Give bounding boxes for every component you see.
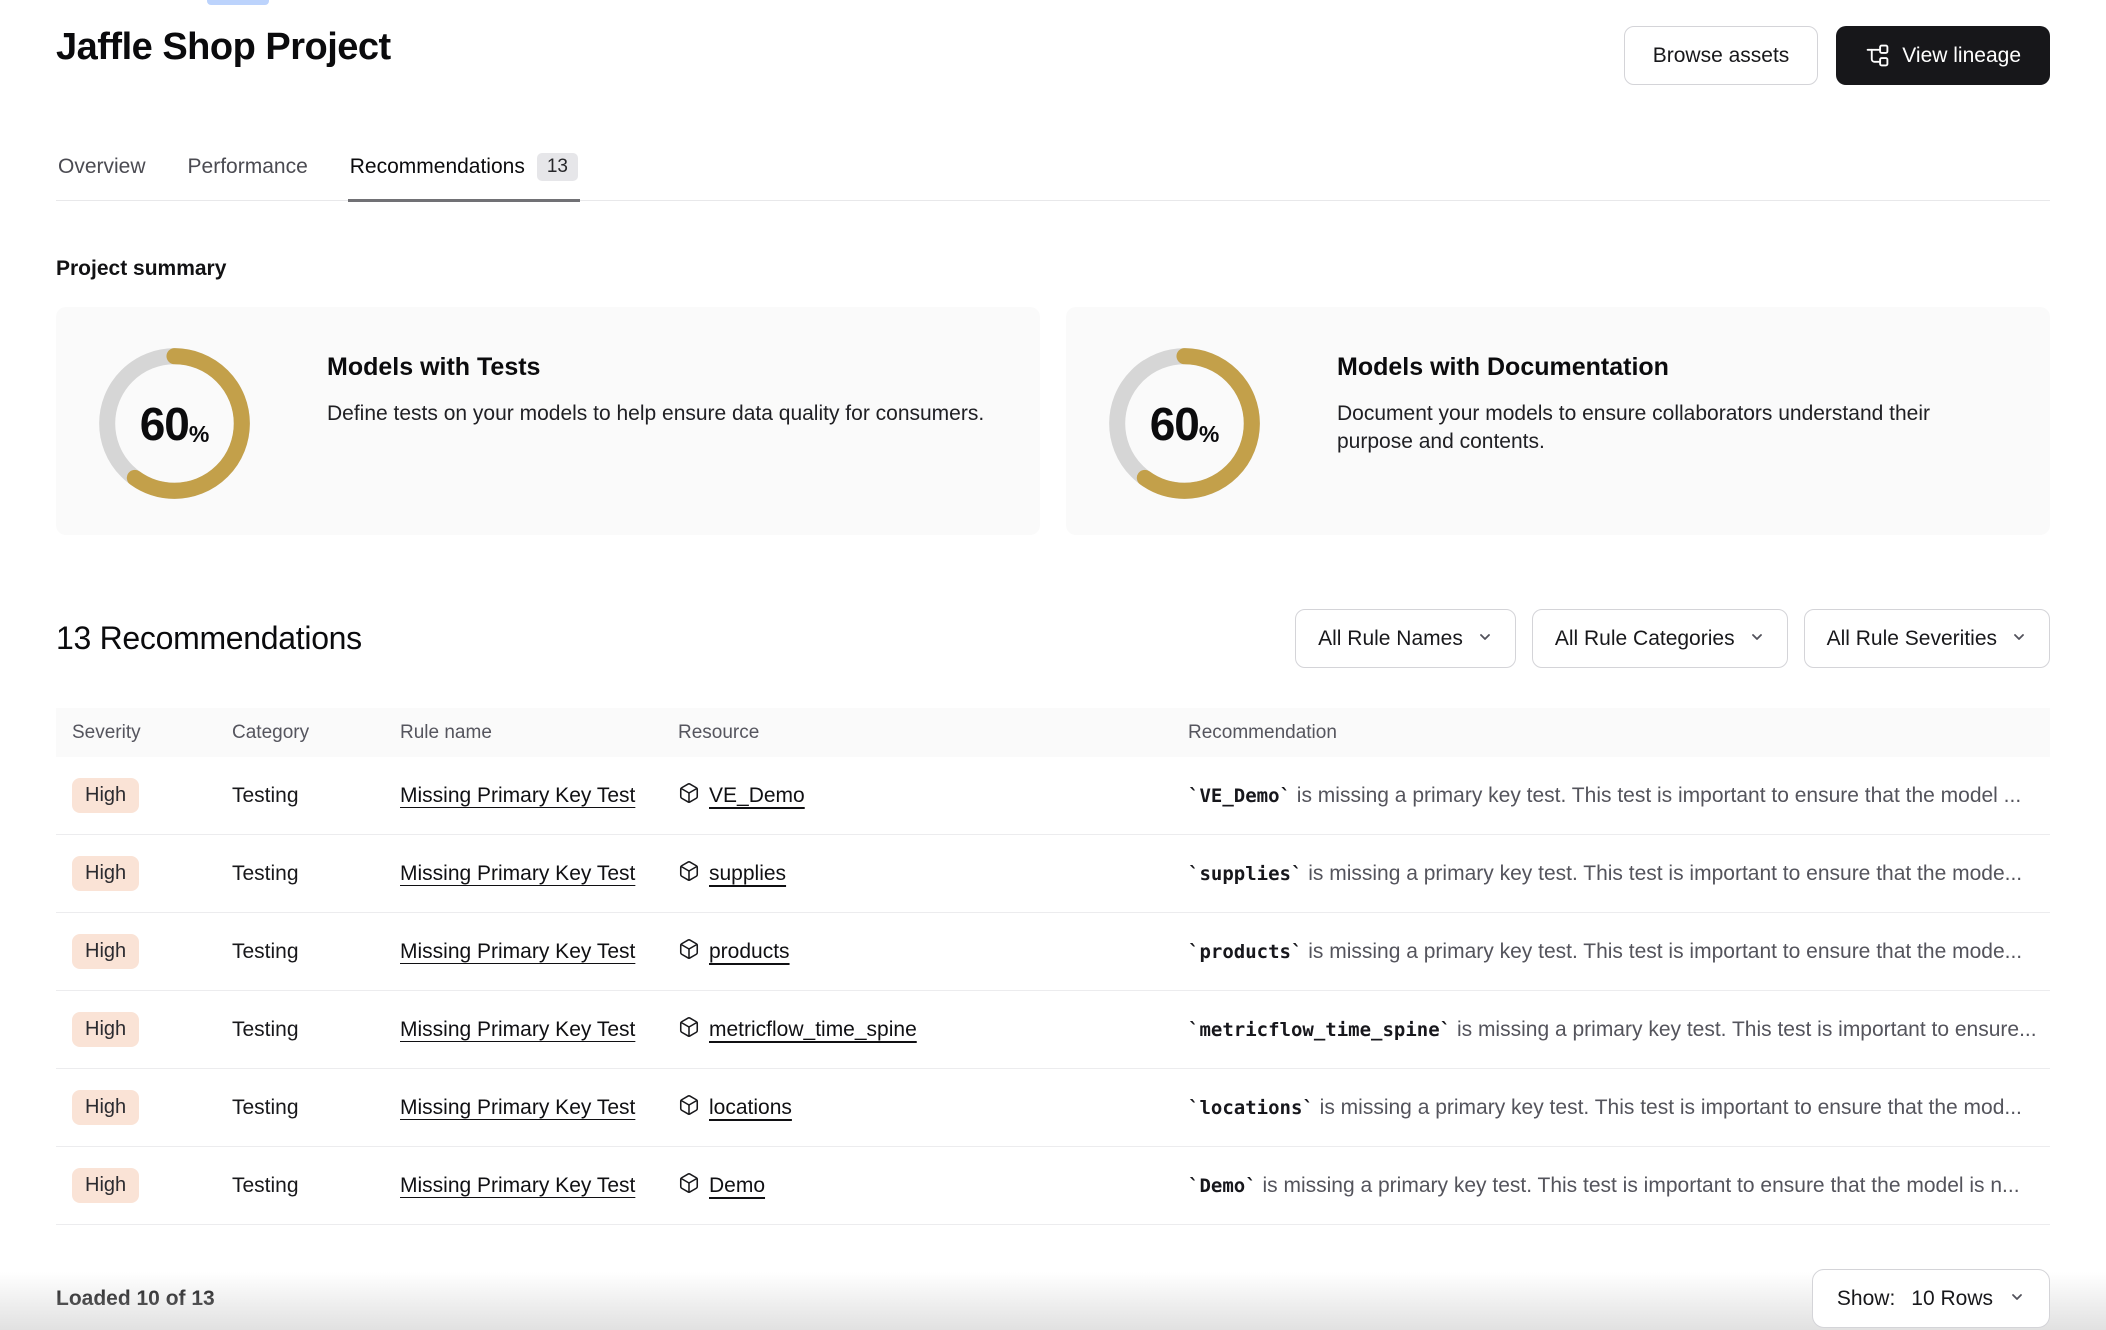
- resource-link[interactable]: locations: [709, 1096, 792, 1120]
- resource-link[interactable]: Demo: [709, 1174, 765, 1198]
- column-header-category: Category: [216, 722, 384, 744]
- view-lineage-label: View lineage: [1902, 44, 2021, 68]
- tab-bar: Overview Performance Recommendations 13: [56, 147, 2050, 201]
- table-row: High Testing Missing Primary Key Test me…: [56, 991, 2050, 1069]
- rule-severities-filter[interactable]: All Rule Severities: [1804, 609, 2050, 668]
- view-lineage-button[interactable]: View lineage: [1836, 26, 2050, 85]
- filter-group: All Rule Names All Rule Categories All R…: [1295, 609, 2050, 668]
- severity-badge: High: [72, 1090, 139, 1125]
- tab-performance-label: Performance: [188, 155, 308, 179]
- category-cell: Testing: [216, 1174, 384, 1198]
- rule-name-link[interactable]: Missing Primary Key Test: [400, 1174, 635, 1197]
- category-cell: Testing: [216, 784, 384, 808]
- rule-names-filter[interactable]: All Rule Names: [1295, 609, 1516, 668]
- column-header-recommendation: Recommendation: [1172, 722, 2050, 744]
- resource-link[interactable]: metricflow_time_spine: [709, 1018, 917, 1042]
- rule-name-link[interactable]: Missing Primary Key Test: [400, 784, 635, 807]
- severity-badge: High: [72, 778, 139, 813]
- tab-overview-label: Overview: [58, 155, 146, 179]
- chevron-down-icon: [2011, 627, 2027, 651]
- table-footer: Loaded 10 of 13 Show: 10 Rows: [56, 1269, 2050, 1328]
- page-header: Jaffle Shop Project Browse assets View: [56, 0, 2050, 85]
- model-cube-icon: [678, 1094, 700, 1122]
- show-label: Show:: [1837, 1287, 1895, 1311]
- table-row: High Testing Missing Primary Key Test lo…: [56, 1069, 2050, 1147]
- resource-link[interactable]: supplies: [709, 862, 786, 886]
- tests-donut-chart: 60%: [98, 347, 251, 500]
- loaded-count-text: Loaded 10 of 13: [56, 1287, 215, 1311]
- rule-categories-filter-label: All Rule Categories: [1555, 627, 1735, 651]
- rule-names-filter-label: All Rule Names: [1318, 627, 1463, 651]
- tab-performance[interactable]: Performance: [186, 147, 310, 202]
- models-with-tests-card: 60% Models with Tests Define tests on yo…: [56, 307, 1040, 535]
- recommendations-count-badge: 13: [537, 153, 578, 181]
- documentation-donut-value: 60%: [1108, 347, 1261, 500]
- recommendation-cell: `Demo` is missing a primary key test. Th…: [1172, 1174, 2050, 1198]
- recommendation-cell: `metricflow_time_spine` is missing a pri…: [1172, 1018, 2050, 1042]
- project-page: Jaffle Shop Project Browse assets View: [0, 0, 2106, 1330]
- category-cell: Testing: [216, 940, 384, 964]
- model-cube-icon: [678, 860, 700, 888]
- model-cube-icon: [678, 938, 700, 966]
- rule-categories-filter[interactable]: All Rule Categories: [1532, 609, 1788, 668]
- recommendation-cell: `VE_Demo` is missing a primary key test.…: [1172, 784, 2050, 808]
- documentation-card-title: Models with Documentation: [1337, 353, 2010, 382]
- resource-link[interactable]: VE_Demo: [709, 784, 805, 808]
- table-header-row: Severity Category Rule name Resource Rec…: [56, 708, 2050, 757]
- chevron-down-icon: [1749, 627, 1765, 651]
- tests-card-description: Define tests on your models to help ensu…: [327, 400, 984, 428]
- table-body: High Testing Missing Primary Key Test VE…: [56, 757, 2050, 1225]
- category-cell: Testing: [216, 1018, 384, 1042]
- rule-name-link[interactable]: Missing Primary Key Test: [400, 940, 635, 963]
- lineage-icon: [1865, 43, 1890, 68]
- recommendation-cell: `supplies` is missing a primary key test…: [1172, 862, 2050, 886]
- column-header-resource: Resource: [662, 722, 1172, 744]
- severity-badge: High: [72, 856, 139, 891]
- chevron-down-icon: [2009, 1287, 2025, 1311]
- table-row: High Testing Missing Primary Key Test su…: [56, 835, 2050, 913]
- category-cell: Testing: [216, 1096, 384, 1120]
- rule-name-link[interactable]: Missing Primary Key Test: [400, 1018, 635, 1041]
- documentation-donut-chart: 60%: [1108, 347, 1261, 500]
- category-cell: Testing: [216, 862, 384, 886]
- chevron-down-icon: [1477, 627, 1493, 651]
- browse-assets-label: Browse assets: [1653, 44, 1790, 68]
- header-actions: Browse assets View lineage: [1624, 26, 2050, 85]
- model-cube-icon: [678, 1016, 700, 1044]
- table-row: High Testing Missing Primary Key Test De…: [56, 1147, 2050, 1225]
- documentation-card-description: Document your models to ensure collabora…: [1337, 400, 2010, 457]
- recommendations-table: Severity Category Rule name Resource Rec…: [56, 708, 2050, 1225]
- tests-card-title: Models with Tests: [327, 353, 984, 382]
- tab-recommendations-label: Recommendations: [350, 155, 525, 179]
- project-summary-label: Project summary: [56, 257, 2050, 281]
- recommendation-cell: `locations` is missing a primary key tes…: [1172, 1096, 2050, 1120]
- table-row: High Testing Missing Primary Key Test VE…: [56, 757, 2050, 835]
- resource-link[interactable]: products: [709, 940, 790, 964]
- top-cutoff-element: [207, 0, 269, 5]
- rule-name-link[interactable]: Missing Primary Key Test: [400, 862, 635, 885]
- rule-name-link[interactable]: Missing Primary Key Test: [400, 1096, 635, 1119]
- rule-severities-filter-label: All Rule Severities: [1827, 627, 1997, 651]
- browse-assets-button[interactable]: Browse assets: [1624, 26, 1819, 85]
- severity-badge: High: [72, 1012, 139, 1047]
- page-title: Jaffle Shop Project: [56, 26, 391, 69]
- tab-overview[interactable]: Overview: [56, 147, 148, 202]
- show-value: 10 Rows: [1911, 1287, 1993, 1311]
- recommendation-cell: `products` is missing a primary key test…: [1172, 940, 2050, 964]
- models-with-documentation-card: 60% Models with Documentation Document y…: [1066, 307, 2050, 535]
- rows-per-page-dropdown[interactable]: Show: 10 Rows: [1812, 1269, 2050, 1328]
- summary-cards: 60% Models with Tests Define tests on yo…: [56, 307, 2050, 535]
- column-header-rule-name: Rule name: [384, 722, 662, 744]
- recommendations-heading: 13 Recommendations: [56, 620, 362, 657]
- model-cube-icon: [678, 1172, 700, 1200]
- severity-badge: High: [72, 1168, 139, 1203]
- tab-recommendations[interactable]: Recommendations 13: [348, 147, 580, 202]
- column-header-severity: Severity: [56, 722, 216, 744]
- severity-badge: High: [72, 934, 139, 969]
- model-cube-icon: [678, 782, 700, 810]
- tests-donut-value: 60%: [98, 347, 251, 500]
- table-row: High Testing Missing Primary Key Test pr…: [56, 913, 2050, 991]
